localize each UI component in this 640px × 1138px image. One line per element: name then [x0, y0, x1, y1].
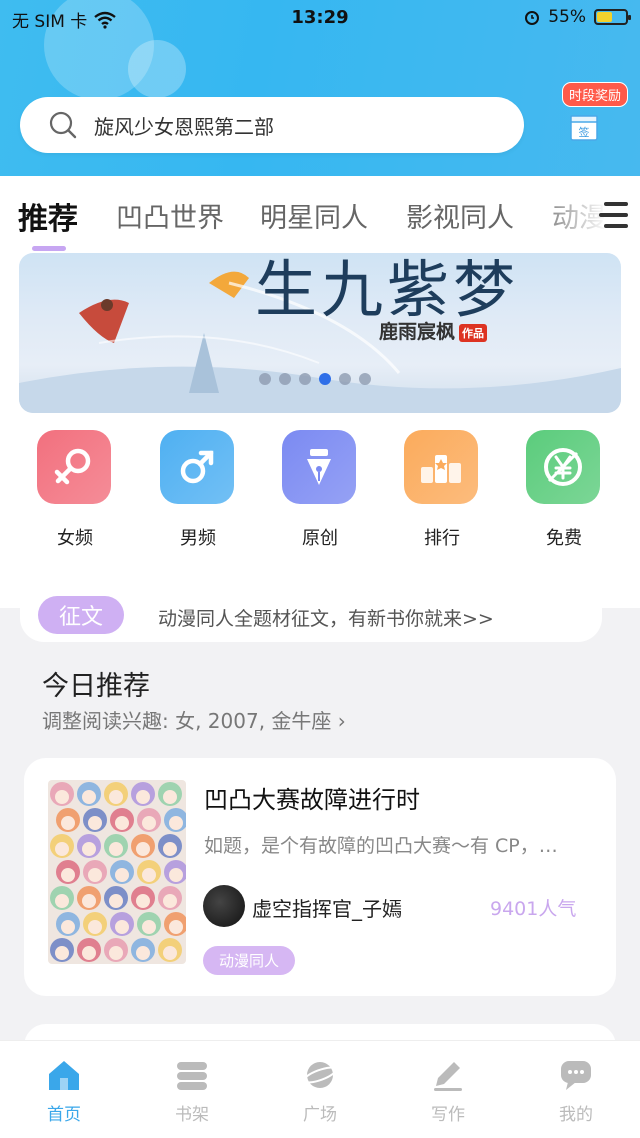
- female-icon: [37, 430, 111, 504]
- tab-home[interactable]: 首页: [24, 1058, 104, 1125]
- planet-icon: [302, 1062, 338, 1088]
- book-title[interactable]: 凹凸大赛故障进行时: [204, 780, 420, 815]
- avatar[interactable]: [203, 885, 245, 927]
- category-free[interactable]: 免费: [526, 430, 602, 550]
- category-label: 原创: [302, 528, 338, 549]
- battery-percent: 55%: [548, 7, 586, 27]
- active-tab-indicator: [32, 246, 66, 251]
- alarm-icon: [525, 11, 540, 25]
- battery-icon: [594, 9, 631, 25]
- book-cover-art: [48, 780, 186, 964]
- notice-tag: 征文: [38, 596, 124, 634]
- chat-icon: [561, 1061, 591, 1090]
- popularity-count: 9401人气: [490, 898, 577, 920]
- category-male[interactable]: 男频: [160, 430, 236, 550]
- category-original[interactable]: 原创: [282, 430, 358, 550]
- yen-icon: [526, 430, 600, 504]
- category-ranking[interactable]: 排行: [404, 430, 480, 550]
- tab-label: 我的: [559, 1105, 593, 1125]
- category-label: 排行: [424, 528, 460, 549]
- tab-film-fanfic[interactable]: 影视同人: [406, 196, 514, 235]
- carousel-dots: [259, 373, 371, 385]
- male-icon: [160, 430, 234, 504]
- gift-box-icon: 签: [570, 115, 598, 141]
- carousel-dot[interactable]: [299, 373, 311, 385]
- notice-text[interactable]: 动漫同人全题材征文，有新书你就来>>: [158, 604, 494, 631]
- section-title: 今日推荐: [42, 671, 150, 702]
- tab-recommend[interactable]: 推荐: [18, 194, 78, 238]
- search-icon: [49, 111, 77, 139]
- banner-stamp: 作品: [459, 324, 488, 342]
- decor-bubble: [128, 40, 186, 98]
- search-placeholder: 旋风少女恩熙第二部: [94, 114, 274, 139]
- carousel-dot[interactable]: [259, 373, 271, 385]
- pen-icon: [282, 430, 356, 504]
- category-label: 男频: [180, 528, 216, 549]
- bookshelf-icon: [177, 1062, 207, 1090]
- status-bar: 无 SIM 卡 13:29 55%: [0, 0, 640, 36]
- home-icon: [49, 1061, 79, 1090]
- tab-plaza[interactable]: 广场: [280, 1058, 360, 1125]
- menu-icon[interactable]: [596, 198, 632, 232]
- search-bar[interactable]: 旋风少女恩熙第二部: [20, 97, 524, 153]
- interest-adjust-link[interactable]: 调整阅读兴趣: 女, 2007, 金牛座 ›: [42, 705, 346, 734]
- tab-mine[interactable]: 我的: [536, 1058, 616, 1125]
- category-label: 免费: [546, 528, 582, 549]
- book-author[interactable]: 虚空指挥官_子嫣: [252, 893, 402, 922]
- book-description: 如题，是个有故障的凹凸大赛～有 CP，…: [204, 835, 558, 857]
- write-icon: [434, 1062, 462, 1091]
- svg-text:签: 签: [579, 125, 590, 139]
- tab-bookshelf[interactable]: 书架: [152, 1058, 232, 1125]
- tab-label: 书架: [175, 1105, 209, 1125]
- reward-label: 时段奖励: [562, 82, 629, 107]
- chevron-right-icon: ›: [337, 709, 346, 733]
- genre-tag[interactable]: 动漫同人: [203, 946, 296, 975]
- carousel-dot[interactable]: [339, 373, 351, 385]
- ranking-icon: [404, 430, 478, 504]
- tab-aotu-world[interactable]: 凹凸世界: [116, 196, 224, 235]
- book-cover[interactable]: [48, 780, 186, 964]
- carousel-dot[interactable]: [359, 373, 371, 385]
- category-female[interactable]: 女频: [37, 430, 113, 550]
- carousel-dot[interactable]: [279, 373, 291, 385]
- tab-label: 写作: [431, 1105, 465, 1125]
- tab-label: 首页: [47, 1105, 81, 1125]
- carousel-dot[interactable]: [319, 373, 331, 385]
- reward-button[interactable]: 时段奖励 签: [556, 80, 629, 152]
- banner-author: 鹿雨宸枫 作品: [379, 317, 488, 344]
- banner-carousel[interactable]: 生九紫梦 鹿雨宸枫 作品: [19, 253, 621, 413]
- tab-star-fanfic[interactable]: 明星同人: [260, 196, 368, 235]
- category-label: 女频: [57, 528, 93, 549]
- tab-label: 广场: [303, 1105, 337, 1125]
- tab-write[interactable]: 写作: [408, 1058, 488, 1125]
